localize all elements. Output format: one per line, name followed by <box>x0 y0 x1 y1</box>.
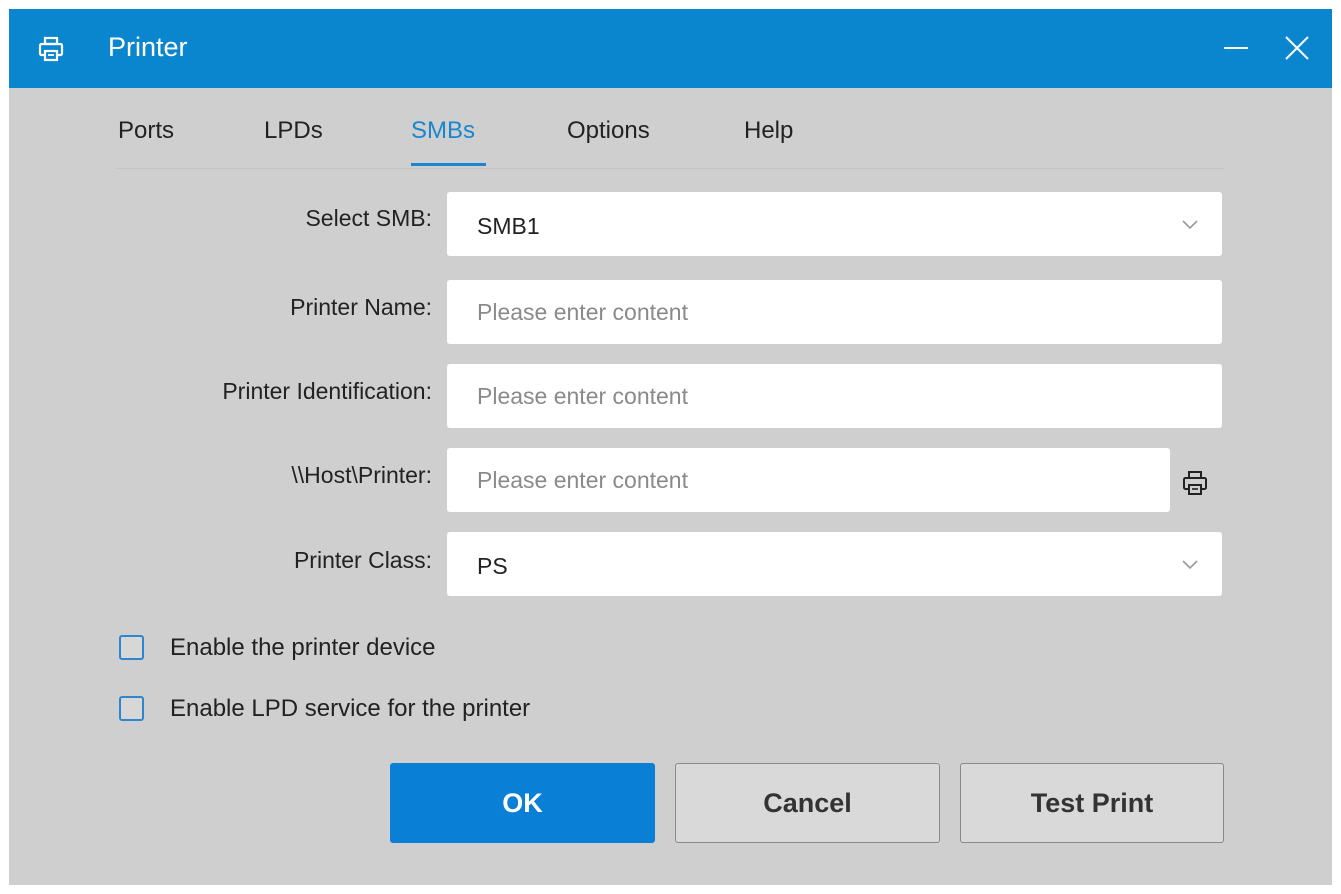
enable-printer-device-label[interactable]: Enable the printer device <box>170 633 436 663</box>
active-tab-indicator <box>411 163 486 166</box>
printer-identification-input[interactable] <box>447 364 1222 428</box>
enable-printer-device-checkbox[interactable] <box>119 635 144 660</box>
printer-class-dropdown[interactable]: PS <box>447 532 1222 596</box>
enable-lpd-service-checkbox[interactable] <box>119 696 144 721</box>
host-printer-input[interactable] <box>447 448 1170 512</box>
tab-bar: Ports LPDs SMBs Options Help <box>116 108 1225 169</box>
printer-dialog: Printer Ports LPDs SMBs Options Help Sel… <box>9 9 1332 885</box>
printer-icon <box>38 36 64 62</box>
enable-lpd-service-label[interactable]: Enable LPD service for the printer <box>170 694 530 724</box>
select-smb-value: SMB1 <box>477 213 540 239</box>
printer-icon[interactable] <box>1180 468 1210 498</box>
printer-name-input[interactable] <box>447 280 1222 344</box>
test-print-button[interactable]: Test Print <box>960 763 1224 843</box>
printer-class-label: Printer Class: <box>293 547 432 573</box>
cancel-button[interactable]: Cancel <box>675 763 940 843</box>
select-smb-dropdown[interactable]: SMB1 <box>447 192 1222 256</box>
title-bar: Printer <box>9 9 1332 88</box>
window-title: Printer <box>108 32 188 62</box>
tab-ports[interactable]: Ports <box>118 116 174 146</box>
chevron-down-icon <box>1182 560 1198 570</box>
tab-lpds[interactable]: LPDs <box>264 116 323 146</box>
host-printer-field <box>447 448 1170 512</box>
ok-button[interactable]: OK <box>390 763 655 843</box>
printer-identification-label: Printer Identification: <box>222 378 432 404</box>
close-icon[interactable] <box>1280 31 1314 65</box>
printer-name-label: Printer Name: <box>290 294 432 320</box>
printer-identification-field <box>447 364 1222 428</box>
tab-help[interactable]: Help <box>744 116 793 146</box>
printer-name-field <box>447 280 1222 344</box>
host-printer-label: \\Host\Printer: <box>291 462 432 488</box>
select-smb-label: Select SMB: <box>305 205 432 231</box>
chevron-down-icon <box>1182 220 1198 230</box>
tab-options[interactable]: Options <box>567 116 650 146</box>
minimize-icon[interactable] <box>1219 31 1253 65</box>
printer-class-value: PS <box>477 553 508 579</box>
tab-smbs[interactable]: SMBs <box>411 116 475 146</box>
